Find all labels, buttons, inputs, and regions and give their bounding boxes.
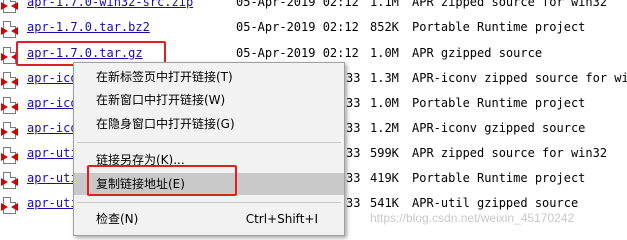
file-link[interactable]: apr-1.7.0.tar.bz2 xyxy=(27,20,150,34)
menu-separator xyxy=(77,202,341,203)
file-link[interactable]: apr-1.7.0-win32-src.zip xyxy=(27,0,193,9)
file-icon xyxy=(1,97,18,114)
file-size: 1.1M xyxy=(370,0,399,9)
file-size: 852K xyxy=(370,20,399,34)
file-size: 541K xyxy=(370,196,399,210)
file-link[interactable]: apr-uti xyxy=(27,196,78,210)
file-date: 33 xyxy=(346,96,361,110)
file-icon xyxy=(1,21,18,38)
file-date: 05-Apr-2019 02:12 xyxy=(236,20,359,34)
file-date: 33 xyxy=(346,121,361,135)
file-date: 33 xyxy=(346,196,361,210)
file-description: APR-util gzipped source xyxy=(412,196,579,210)
file-date: 33 xyxy=(346,146,361,160)
menu-item-label: 检查(N) xyxy=(96,212,139,226)
file-link[interactable]: apr-uti xyxy=(27,171,78,185)
file-icon xyxy=(1,147,18,164)
menu-item-open-new-window[interactable]: 在新窗口中打开链接(W) xyxy=(74,89,344,111)
menu-item-open-incognito[interactable]: 在隐身窗口中打开链接(G) xyxy=(74,113,344,135)
file-description: APR-iconv gzipped source xyxy=(412,121,586,135)
watermark: https://blog.csdn.net/weixin_45170242 xyxy=(370,211,575,225)
context-menu: 在新标签页中打开链接(T) 在新窗口中打开链接(W) 在隐身窗口中打开链接(G)… xyxy=(73,62,345,236)
file-description: Portable Runtime project xyxy=(412,20,586,34)
menu-item-open-new-tab[interactable]: 在新标签页中打开链接(T) xyxy=(74,66,344,88)
file-date: 05-Apr-2019 02:12 xyxy=(236,0,359,9)
menu-item-label: 在隐身窗口中打开链接(G) xyxy=(96,117,235,131)
file-icon xyxy=(1,197,18,214)
file-size: 1.0M xyxy=(370,46,399,60)
file-description: APR gzipped source xyxy=(412,46,543,60)
file-date: 33 xyxy=(346,71,361,85)
file-description: Portable Runtime project xyxy=(412,171,586,185)
file-size: 1.2M xyxy=(370,121,399,135)
file-row: apr-1.7.0-win32-src.zip 05-Apr-2019 02:1… xyxy=(0,0,627,20)
menu-item-shortcut: Ctrl+Shift+I xyxy=(245,212,318,226)
menu-separator xyxy=(77,142,341,143)
file-size: 1.0M xyxy=(370,96,399,110)
file-size: 1.3M xyxy=(370,71,399,85)
file-size: 419K xyxy=(370,171,399,185)
file-link[interactable]: apr-ico xyxy=(27,71,78,85)
file-date: 33 xyxy=(346,171,361,185)
file-description: APR zipped source for win32 xyxy=(412,0,608,9)
file-link[interactable]: apr-uti xyxy=(27,146,78,160)
annotation-box-menu xyxy=(87,165,237,196)
menu-item-label: 在新标签页中打开链接(T) xyxy=(96,70,233,84)
file-description: APR-iconv zipped source for win32 xyxy=(412,71,627,85)
file-description: APR zipped source for win32 xyxy=(412,146,608,160)
file-icon xyxy=(1,0,18,13)
menu-item-label: 在新窗口中打开链接(W) xyxy=(96,93,226,107)
file-date: 05-Apr-2019 02:12 xyxy=(236,46,359,60)
file-icon xyxy=(1,172,18,189)
file-link[interactable]: apr-ico xyxy=(27,96,78,110)
file-size: 599K xyxy=(370,146,399,160)
file-icon xyxy=(1,122,18,139)
file-description: Portable Runtime project xyxy=(412,96,586,110)
file-link[interactable]: apr-ico xyxy=(27,121,78,135)
file-icon xyxy=(1,47,18,64)
menu-item-inspect[interactable]: 检查(N) Ctrl+Shift+I xyxy=(74,208,344,230)
file-icon xyxy=(1,72,18,89)
